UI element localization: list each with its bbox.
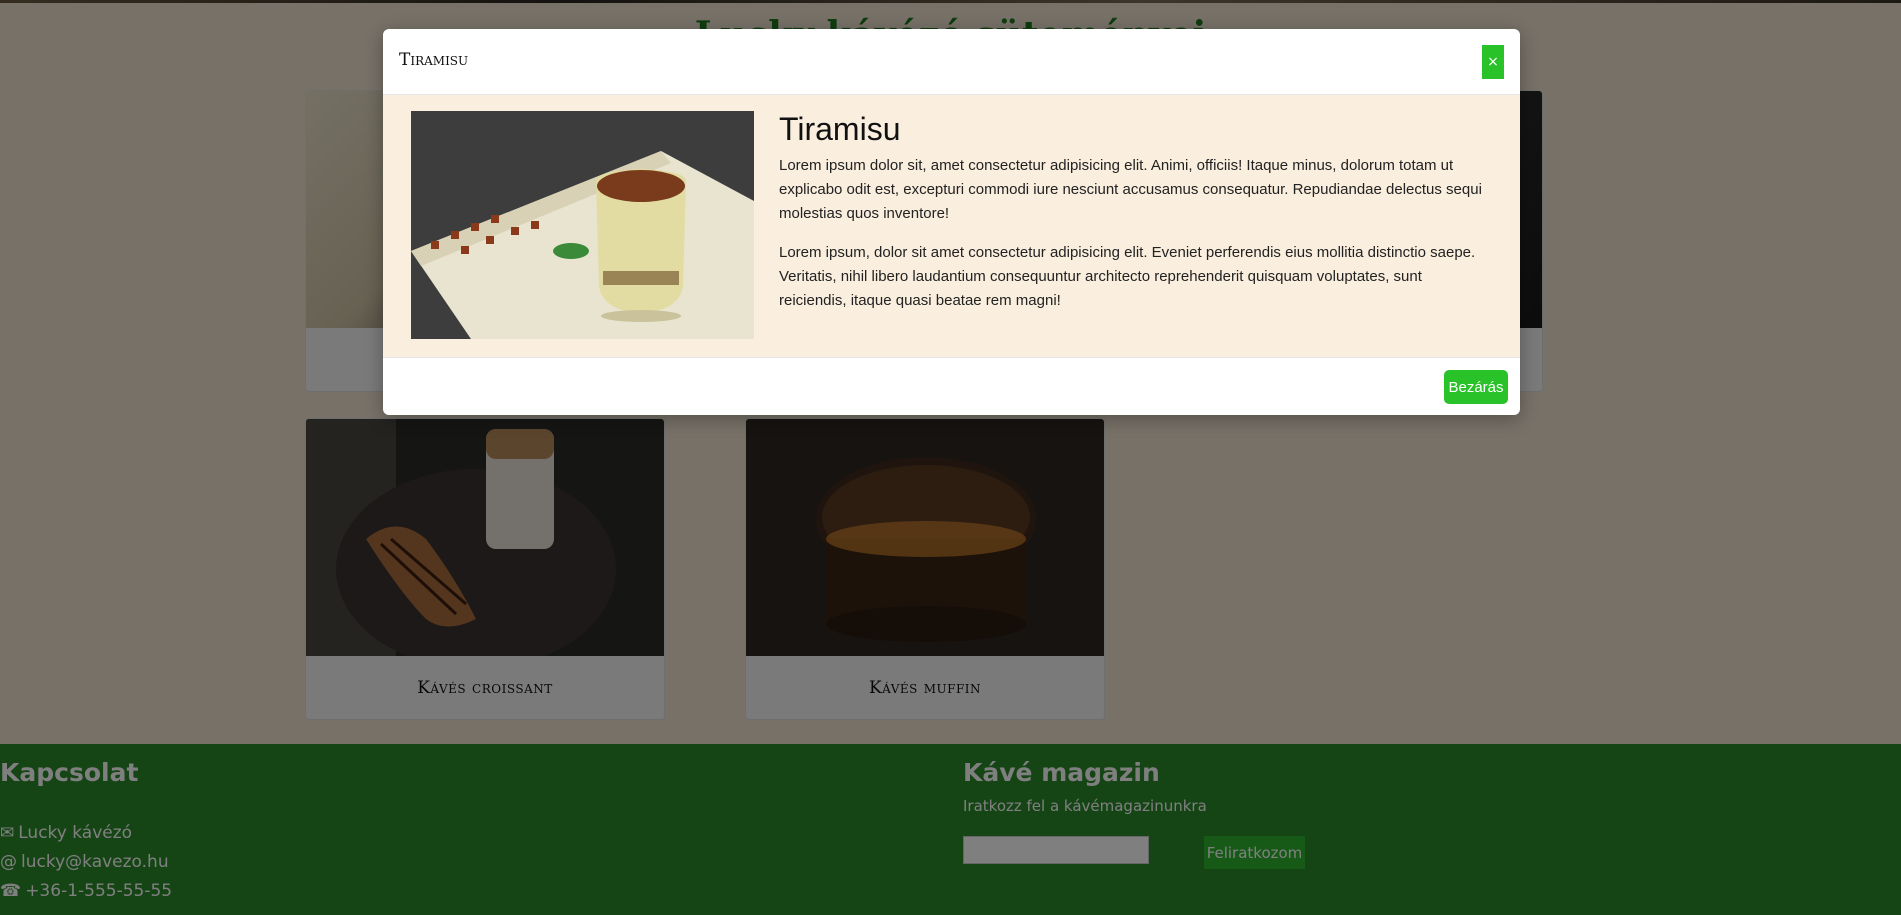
close-icon[interactable]: × (1482, 45, 1504, 79)
modal-description: Tiramisu Lorem ipsum dolor sit, amet con… (779, 111, 1491, 328)
modal-body: Tiramisu Lorem ipsum dolor sit, amet con… (383, 95, 1520, 357)
modal-footer: Bezárás (383, 357, 1520, 415)
modal-paragraph-1: Lorem ipsum dolor sit, amet consectetur … (779, 157, 1482, 222)
tiramisu-image (411, 111, 754, 339)
close-button[interactable]: Bezárás (1444, 370, 1508, 404)
modal-header: Tiramisu × (383, 29, 1520, 95)
modal-title: Tiramisu (399, 50, 469, 70)
product-modal: Tiramisu × Tiramisu Lorem ipsum dolor si… (383, 29, 1520, 415)
modal-heading: Tiramisu (779, 111, 901, 147)
modal-paragraph-2: Lorem ipsum, dolor sit amet consectetur … (779, 244, 1476, 309)
